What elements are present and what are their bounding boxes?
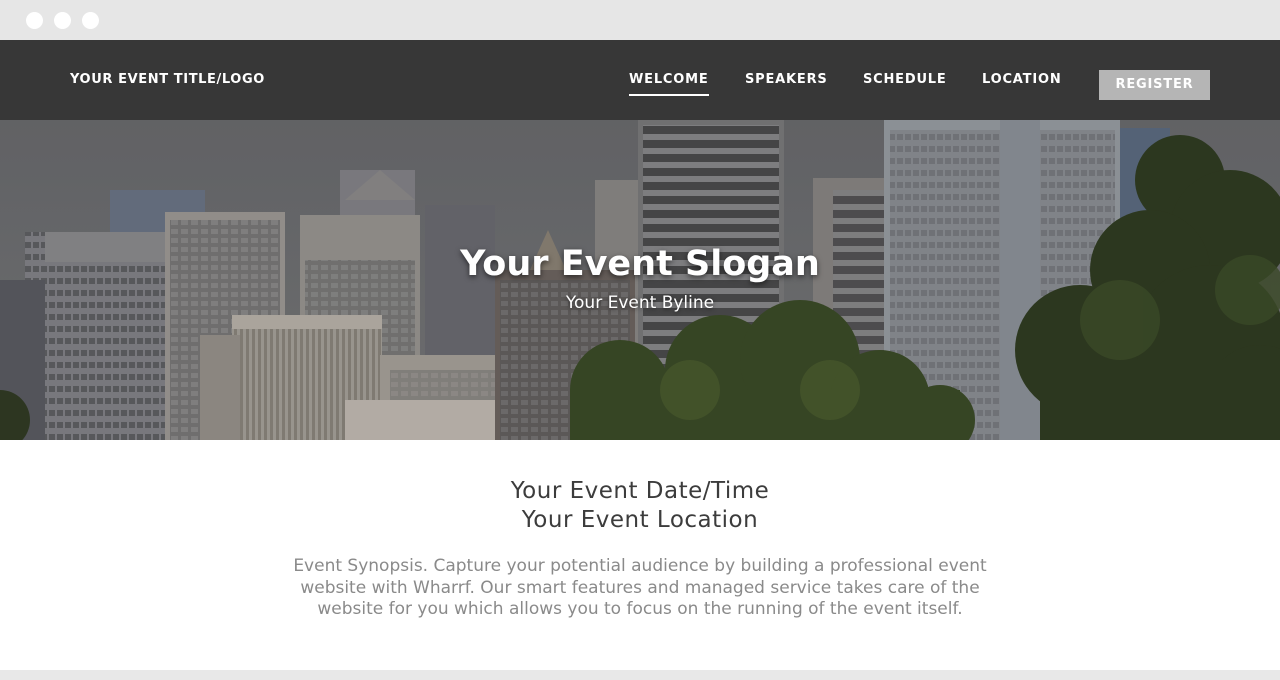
register-button[interactable]: REGISTER xyxy=(1099,70,1210,100)
event-byline: Your Event Byline xyxy=(565,293,715,313)
nav-item-label: SCHEDULE xyxy=(863,72,947,87)
browser-chrome xyxy=(0,0,1280,40)
top-navbar: YOUR EVENT TITLE/LOGO WELCOME SPEAKERS S… xyxy=(0,40,1280,120)
event-date-time: Your Event Date/Time xyxy=(510,478,770,504)
next-section-edge xyxy=(0,670,1280,680)
event-location: Your Event Location xyxy=(521,507,759,533)
window-minimize-dot[interactable] xyxy=(54,12,71,29)
window-maximize-dot[interactable] xyxy=(82,12,99,29)
event-slogan: Your Event Slogan xyxy=(460,244,820,284)
hero-banner: Your Event Slogan Your Event Byline xyxy=(0,120,1280,440)
event-logo-link[interactable]: YOUR EVENT TITLE/LOGO xyxy=(70,40,265,120)
nav-item-speakers[interactable]: SPEAKERS xyxy=(745,40,828,120)
nav-item-label: WELCOME xyxy=(629,72,709,87)
nav-item-label: LOCATION xyxy=(982,72,1062,87)
nav-item-schedule[interactable]: SCHEDULE xyxy=(863,40,947,120)
event-synopsis: Event Synopsis. Capture your potential a… xyxy=(293,556,987,619)
window-close-dot[interactable] xyxy=(26,12,43,29)
nav-item-label: SPEAKERS xyxy=(745,72,828,87)
nav-item-welcome[interactable]: WELCOME xyxy=(629,40,709,120)
event-info-section: Your Event Date/Time Your Event Location… xyxy=(0,440,1280,670)
nav-item-location[interactable]: LOCATION xyxy=(982,40,1062,120)
active-underline xyxy=(629,94,709,96)
